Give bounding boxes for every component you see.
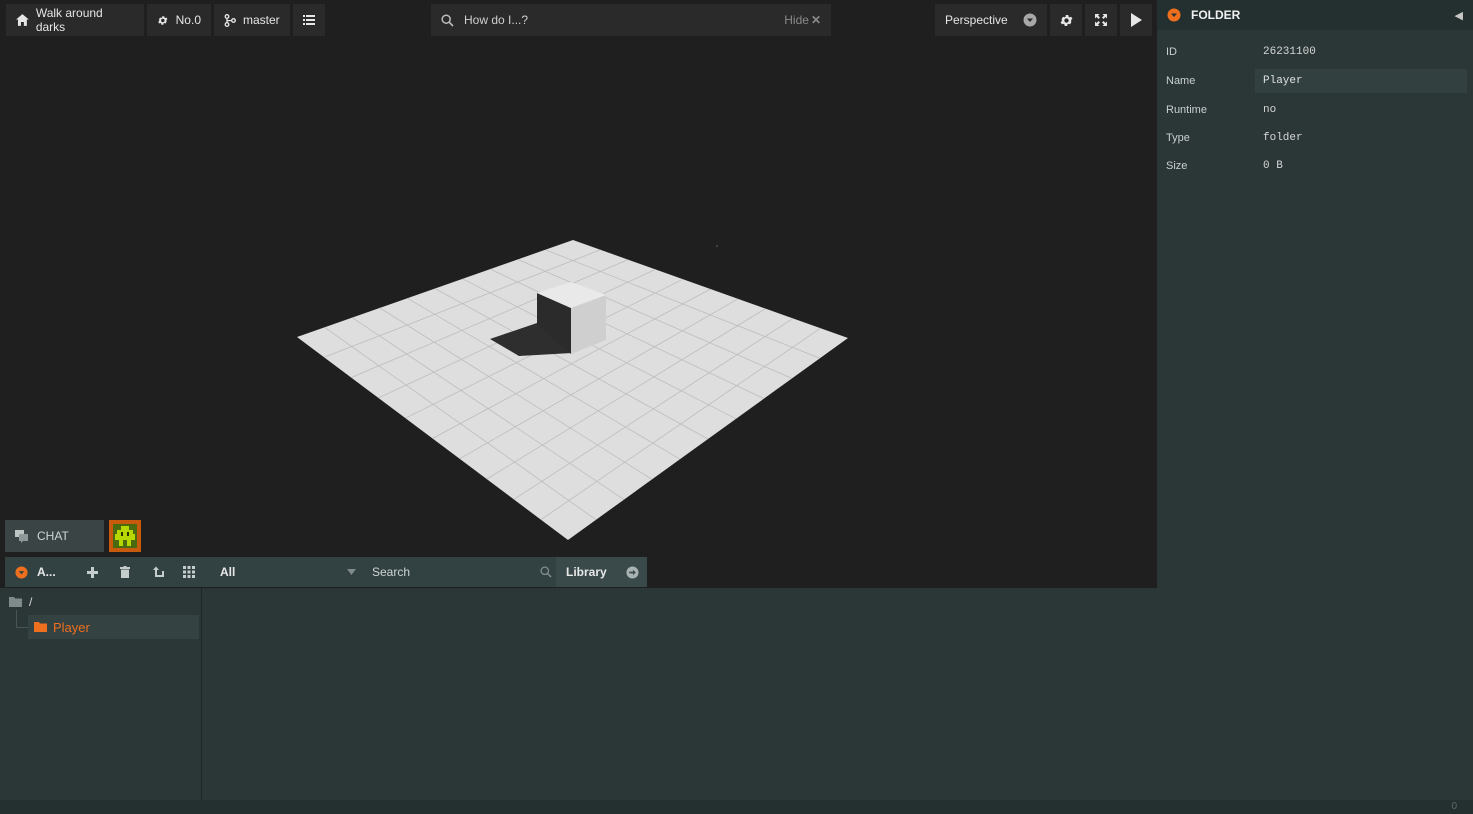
tree-root-label: / (29, 595, 33, 609)
menu-button[interactable] (293, 4, 325, 36)
asset-filter-select[interactable]: All (210, 557, 356, 587)
tree-root[interactable]: / (9, 595, 32, 609)
status-bar: 0 (0, 800, 1473, 814)
trash-icon (120, 566, 130, 578)
revision-button[interactable]: No.0 (147, 4, 211, 36)
library-label: Library (566, 565, 607, 579)
settings-button[interactable] (1050, 4, 1082, 36)
assets-panel-toggle[interactable]: A... (15, 557, 56, 587)
upload-icon (153, 566, 164, 577)
chevron-down-icon (1023, 13, 1037, 27)
search-icon (441, 13, 454, 27)
search-icon (540, 566, 552, 578)
assets-toolbar: A... All Search Library (5, 557, 647, 587)
add-asset-button[interactable] (87, 557, 98, 587)
asset-search-box[interactable]: Search (362, 557, 552, 587)
status-count: 0 (1451, 801, 1457, 812)
arrow-right-circle-icon (626, 565, 639, 579)
chevron-down-icon (347, 569, 356, 575)
prop-value-size: 0 B (1263, 160, 1283, 172)
folder-icon (9, 597, 22, 607)
avatar[interactable] (109, 520, 141, 552)
fullscreen-icon (1095, 14, 1107, 26)
chat-icon (15, 529, 28, 543)
inspector-title: FOLDER (1191, 8, 1241, 22)
delete-asset-button[interactable] (120, 557, 130, 587)
grid-icon (183, 566, 195, 578)
scene-viewport[interactable] (0, 40, 1157, 588)
grid-view-button[interactable] (183, 557, 195, 587)
play-icon (1131, 13, 1142, 27)
branch-label: master (243, 13, 280, 27)
project-name: Walk around darks (35, 6, 103, 34)
prop-row-id: ID 26231100 (1157, 39, 1473, 65)
prop-row-type: Type folder (1157, 125, 1473, 151)
inspector-panel: FOLDER ◀ ID 26231100 Name Runtime no Typ… (1157, 0, 1473, 800)
tree-connector (16, 610, 17, 628)
list-icon (303, 15, 315, 25)
avatar-image (113, 524, 137, 548)
gear-icon (1060, 14, 1072, 26)
camera-mode-label: Perspective (945, 13, 1008, 27)
prop-label-type: Type (1166, 132, 1190, 144)
assets-panel-title: A... (37, 565, 56, 579)
hide-button[interactable]: Hide ✕ (784, 13, 821, 27)
close-icon: ✕ (810, 13, 821, 27)
play-button[interactable] (1120, 4, 1152, 36)
hide-label: Hide (784, 13, 809, 27)
prop-label-id: ID (1166, 46, 1177, 58)
project-button[interactable]: Walk around darks (6, 4, 144, 36)
scene-canvas[interactable] (0, 40, 1157, 588)
name-field[interactable] (1255, 69, 1467, 93)
home-icon (16, 14, 29, 26)
camera-mode-dropdown[interactable]: Perspective (935, 4, 1047, 36)
chevron-down-icon (15, 565, 28, 579)
fullscreen-button[interactable] (1085, 4, 1117, 36)
asset-tree: / Player (0, 588, 202, 800)
asset-search-placeholder: Search (372, 565, 411, 579)
help-search-box: Hide ✕ (431, 4, 831, 36)
prop-row-name: Name (1157, 68, 1473, 94)
prop-label-runtime: Runtime (1166, 104, 1207, 116)
chat-label: CHAT (37, 529, 69, 543)
prop-value-id: 26231100 (1263, 46, 1316, 58)
prop-label-name: Name (1166, 75, 1196, 87)
chat-button[interactable]: CHAT (5, 520, 104, 552)
scene-dot (716, 245, 718, 247)
prop-label-size: Size (1166, 160, 1188, 172)
revision-label: No.0 (175, 13, 201, 27)
tree-item-label: Player (53, 619, 90, 635)
assets-panel: / Player (0, 588, 1157, 800)
prop-value-type: folder (1263, 132, 1303, 144)
library-button[interactable]: Library (556, 557, 647, 587)
branch-button[interactable]: master (214, 4, 290, 36)
tree-item-player[interactable]: Player (28, 615, 199, 639)
tree-connector (16, 627, 28, 628)
gear-icon (158, 15, 168, 25)
prop-row-runtime: Runtime no (1157, 97, 1473, 123)
chevron-down-icon[interactable] (1167, 8, 1181, 22)
inspector-header: FOLDER ◀ (1157, 0, 1473, 30)
prop-value-runtime: no (1263, 104, 1277, 116)
collapse-panel-icon[interactable]: ◀ (1455, 9, 1463, 22)
help-search-input[interactable] (464, 13, 775, 27)
asset-filter-value: All (220, 565, 236, 579)
prop-row-size: Size 0 B (1157, 153, 1473, 179)
branch-icon (224, 13, 236, 27)
folder-icon (34, 622, 47, 632)
upload-asset-button[interactable] (152, 557, 165, 587)
plus-icon (87, 566, 98, 578)
